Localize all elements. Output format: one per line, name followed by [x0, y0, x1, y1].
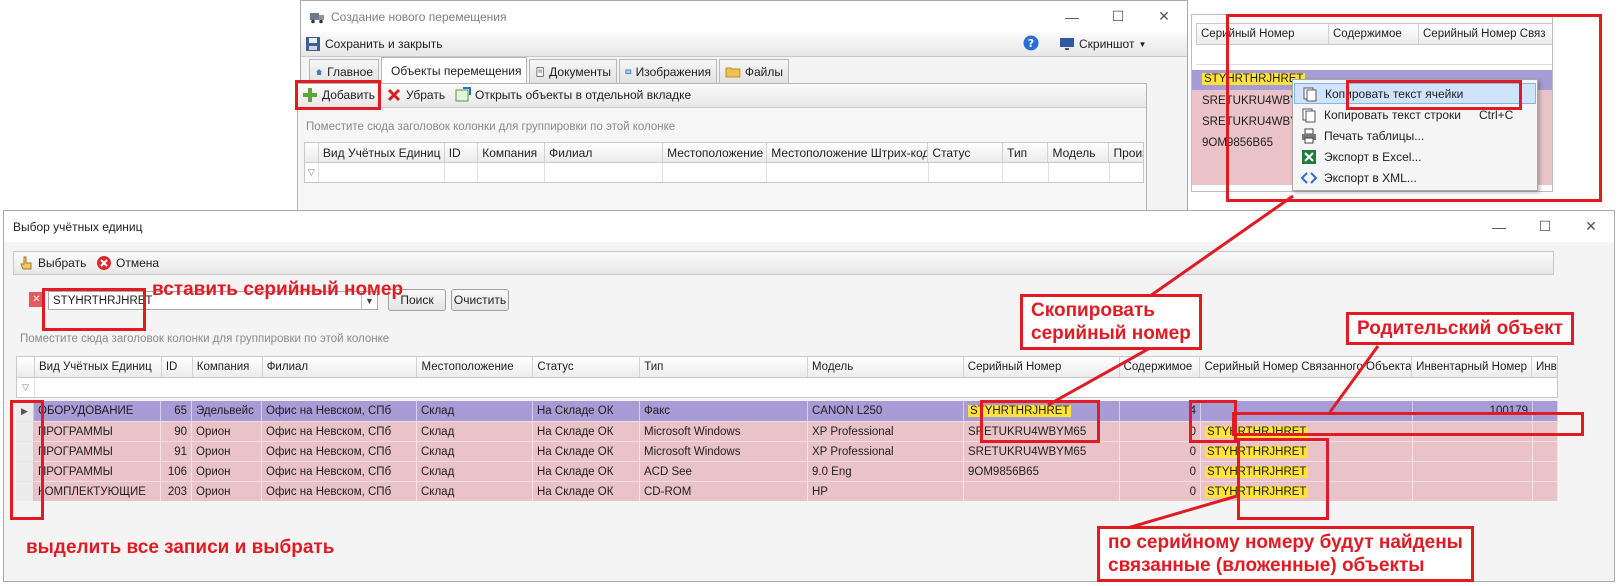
arrow-line [1328, 345, 1380, 413]
annotation-box [10, 400, 44, 520]
annotation-nested-found: по серийному номеру будут найдены связан… [1097, 526, 1474, 582]
annotation-box [1346, 80, 1522, 110]
annotation-select-all: выделить все записи и выбрать [26, 537, 335, 558]
annotation-box [980, 400, 1100, 443]
arrow-line [1047, 346, 1151, 407]
annotation-box [42, 288, 146, 331]
annotation-box [295, 80, 381, 110]
annotation-paste-serial: вставить серийный номер [152, 279, 404, 300]
annotation-copy-serial: Скопировать серийный номер [1020, 294, 1202, 350]
annotation-box [1237, 438, 1329, 520]
arrow-line [1149, 194, 1294, 298]
annotation-box [1232, 412, 1584, 436]
annotation-box [1189, 400, 1237, 443]
annotation-parent-object: Родительский объект [1346, 312, 1574, 345]
